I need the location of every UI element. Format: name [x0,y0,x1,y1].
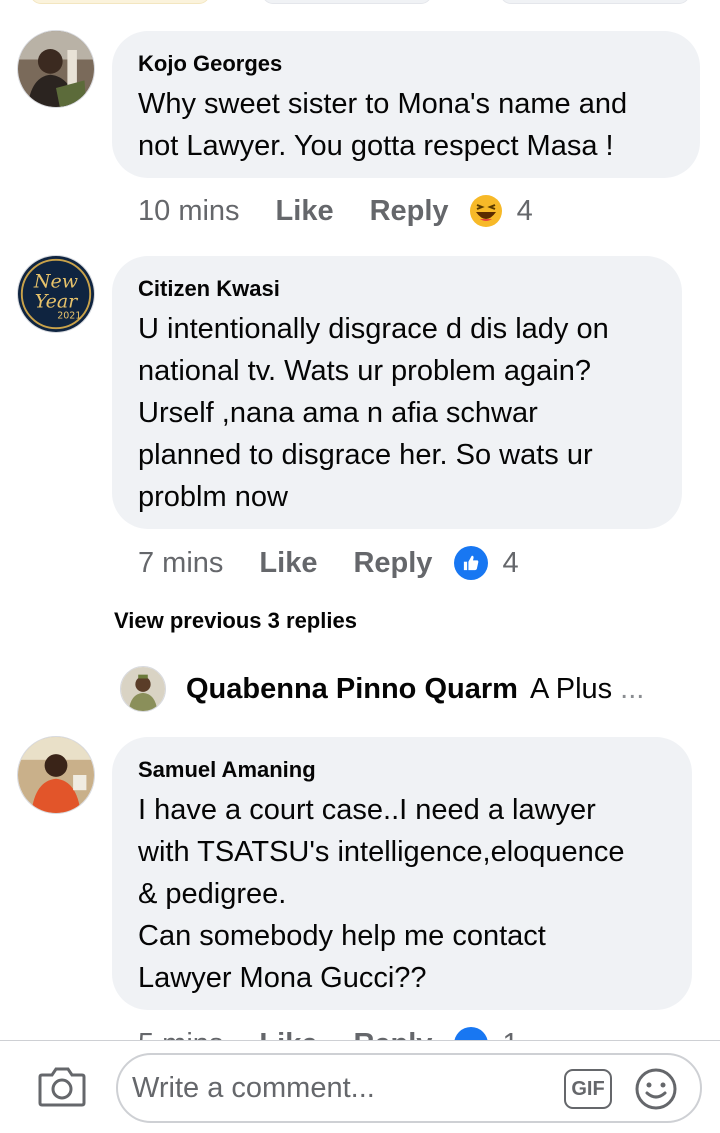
haha-emoji-icon[interactable] [469,194,503,228]
comment-input-container[interactable]: GIF [116,1053,702,1123]
comment-author[interactable]: Citizen Kwasi [138,276,656,302]
comment-author[interactable]: Kojo Georges [138,51,674,77]
gif-button[interactable]: GIF [564,1069,612,1109]
comment-time[interactable]: 10 mins [138,195,240,228]
comment-bubble: Kojo Georges Why sweet sister to Mona's … [112,31,700,178]
comment-bubble: Citizen Kwasi U intentionally disgrace d… [112,256,682,529]
comment-actions: 10 mins Like Reply 4 [138,191,533,231]
comment-time[interactable]: 7 mins [138,547,223,580]
avatar-text-year: Year [35,290,79,312]
cut-off-chip [262,0,432,4]
comment-actions: 7 mins Like Reply 4 [138,543,519,583]
comment-bubble: Samuel Amaning I have a court case..I ne… [112,737,692,1010]
like-button[interactable]: Like [259,547,317,580]
view-previous-replies-link[interactable]: View previous 3 replies [114,608,357,634]
avatar-kojo-georges[interactable] [17,30,95,108]
comment-text: U intentionally disgrace d dis lady on n… [138,313,609,513]
reply-ellipsis: ... [620,672,645,705]
reaction-count[interactable]: 4 [502,547,518,580]
comment-text: Why sweet sister to Mona's name and not … [138,88,628,162]
comment-composer-bar: GIF [0,1040,720,1133]
camera-icon[interactable] [38,1065,86,1107]
cut-off-chip [500,0,690,4]
emoji-icon[interactable] [634,1067,678,1111]
cut-off-chip [30,0,210,4]
reply-text: A Plus [529,672,613,705]
reply-button[interactable]: Reply [353,547,432,580]
comment-author[interactable]: Samuel Amaning [138,757,666,783]
like-button[interactable]: Like [276,195,334,228]
avatar-citizen-kwasi[interactable]: New Year 2021 [17,255,95,333]
comments-screen: Kojo Georges Why sweet sister to Mona's … [0,0,720,1133]
reply-button[interactable]: Reply [370,195,449,228]
avatar-text-2021: 2021 [57,311,81,322]
reply-preview[interactable]: Quabenna Pinno Quarm A Plus ... [120,664,644,714]
like-thumb-icon[interactable] [454,546,489,580]
comment-text: I have a court case..I need a lawyer wit… [138,794,625,994]
reaction-count[interactable]: 4 [517,195,533,228]
comment-input[interactable] [132,1071,532,1105]
avatar-samuel-amaning[interactable] [17,736,95,814]
avatar-quabenna[interactable] [120,666,166,712]
reply-author[interactable]: Quabenna Pinno Quarm [186,673,518,706]
avatar-text-new: New [33,270,78,292]
